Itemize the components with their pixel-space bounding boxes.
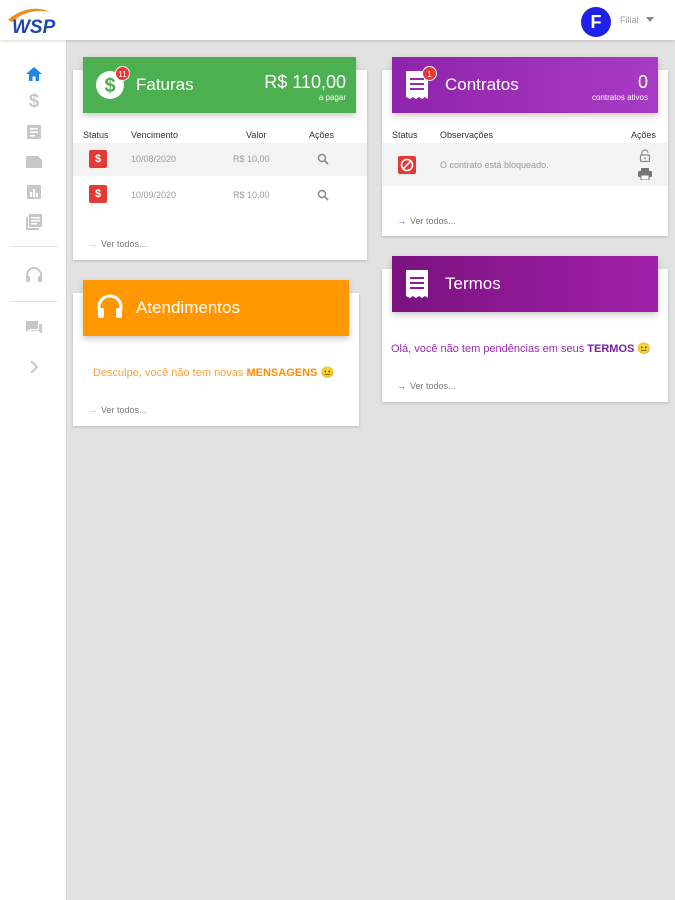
chevron-right-icon[interactable]: [24, 357, 44, 377]
invoice-due-date: 10/09/2020: [131, 190, 177, 200]
wsp-logo[interactable]: WSP: [6, 6, 74, 38]
atendimentos-title: Atendimentos: [136, 298, 240, 317]
unlock-icon[interactable]: [639, 149, 651, 167]
bar-chart-icon[interactable]: [24, 182, 44, 202]
atendimentos-ver-todos-link[interactable]: → Ver todos...: [88, 405, 147, 415]
search-icon[interactable]: [317, 152, 329, 170]
svg-text:$: $: [104, 75, 115, 97]
contratos-ver-todos-link[interactable]: → Ver todos...: [397, 216, 456, 226]
emoji: 😐: [637, 343, 652, 355]
chat-icon[interactable]: [24, 318, 44, 338]
col-valor: Valor: [246, 130, 267, 140]
sidebar-divider: [10, 301, 57, 302]
atendimentos-message: Desculpe, você não tem novas MENSAGENS 😐: [93, 366, 334, 379]
col-status: Status: [83, 130, 109, 140]
col-status: Status: [392, 130, 418, 140]
sidebar: $: [0, 40, 67, 900]
logo-text: WSP: [12, 17, 56, 36]
contratos-count: 0: [637, 72, 648, 92]
blocked-icon[interactable]: [398, 156, 416, 174]
message-text: Olá, você não tem pendências em seus: [391, 343, 588, 355]
sidebar-divider: [10, 246, 57, 247]
print-icon[interactable]: [638, 167, 652, 185]
user-avatar[interactable]: F: [581, 7, 611, 37]
ver-todos-label: Ver todos...: [101, 239, 147, 249]
user-name[interactable]: Filial: [620, 15, 639, 25]
headset-icon: [95, 293, 125, 323]
search-icon[interactable]: [317, 188, 329, 206]
headset-icon[interactable]: [24, 265, 44, 285]
termos-ver-todos-link[interactable]: → Ver todos...: [397, 381, 456, 391]
termos-title: Termos: [445, 274, 501, 293]
arrow-right-icon: →: [397, 381, 406, 391]
contratos-count-sub: contratos ativos: [591, 93, 648, 102]
faturas-amount-sub: a pagar: [318, 93, 346, 102]
invoice-status-icon[interactable]: $: [89, 150, 107, 168]
arrow-right-icon: →: [88, 405, 97, 415]
ver-todos-label: Ver todos...: [410, 216, 456, 226]
arrow-right-icon: →: [88, 239, 97, 249]
ver-todos-label: Ver todos...: [101, 405, 147, 415]
faturas-amount: R$ 110,00: [264, 72, 346, 92]
atendimentos-header[interactable]: Atendimentos: [83, 280, 349, 336]
message-strong: TERMOS: [587, 343, 635, 355]
termos-header[interactable]: Termos: [392, 256, 658, 312]
arrow-right-icon: →: [397, 216, 406, 226]
invoice-value: R$ 10,00: [233, 190, 270, 200]
col-acoes: Ações: [631, 130, 657, 140]
termos-message: Olá, você não tem pendências em seus TER…: [391, 342, 651, 355]
faturas-ver-todos-link[interactable]: → Ver todos...: [88, 239, 147, 249]
contratos-title: Contratos: [445, 75, 519, 94]
top-bar: WSP F Filial: [0, 0, 675, 40]
col-acoes: Ações: [309, 130, 335, 140]
notification-badge: 1: [422, 66, 437, 81]
emoji: 😐: [320, 367, 335, 379]
contract-observation: O contrato está bloqueado.: [440, 160, 549, 170]
message-text: Desculpe, você não tem novas: [93, 367, 247, 379]
col-observacoes: Observações: [440, 130, 494, 140]
home-icon[interactable]: [24, 64, 44, 84]
faturas-header[interactable]: $ 11 Faturas R$ 110,00 a pagar: [83, 57, 356, 113]
folder-icon[interactable]: [24, 152, 44, 172]
col-vencimento: Vencimento: [131, 130, 179, 140]
contratos-header[interactable]: 1 Contratos 0 contratos ativos: [392, 57, 658, 113]
invoice-value: R$ 10,00: [233, 154, 270, 164]
notification-badge: 11: [115, 66, 130, 81]
terms-document-icon: [404, 269, 434, 299]
faturas-title: Faturas: [136, 75, 194, 94]
document-icon[interactable]: [24, 122, 44, 142]
news-icon[interactable]: [24, 212, 44, 232]
invoice-due-date: 10/08/2020: [131, 154, 177, 164]
invoice-status-icon[interactable]: $: [89, 185, 107, 203]
message-strong: MENSAGENS: [246, 367, 318, 379]
ver-todos-label: Ver todos...: [410, 381, 456, 391]
chevron-down-icon[interactable]: [646, 17, 654, 22]
dollar-icon[interactable]: $: [24, 91, 44, 112]
